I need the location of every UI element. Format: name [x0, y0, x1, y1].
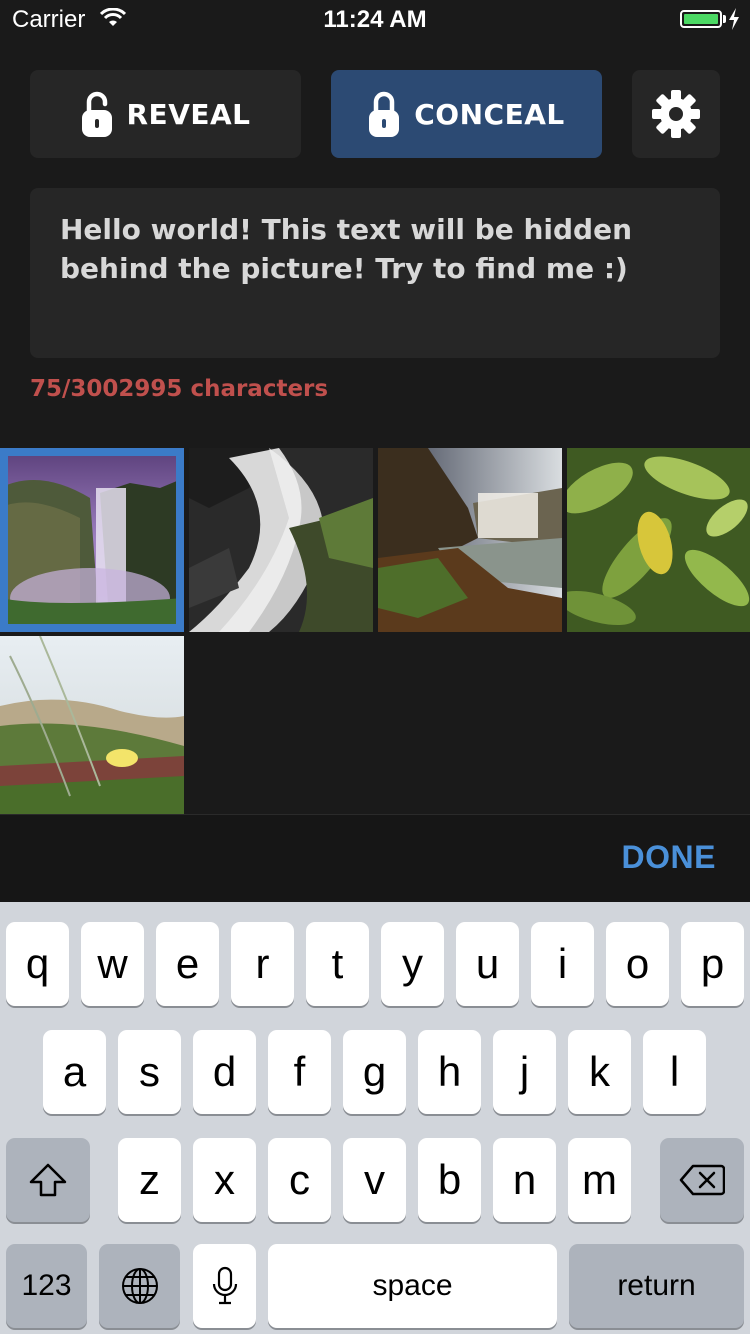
- photo-thumbnail-3[interactable]: [378, 448, 562, 632]
- key-j[interactable]: j: [493, 1030, 556, 1114]
- photo-thumbnail-2[interactable]: [189, 448, 373, 632]
- key-d[interactable]: d: [193, 1030, 256, 1114]
- settings-button[interactable]: [632, 70, 720, 158]
- key-k[interactable]: k: [568, 1030, 631, 1114]
- battery-tip: [723, 15, 726, 23]
- globe-key[interactable]: [99, 1244, 180, 1328]
- key-e[interactable]: e: [156, 922, 219, 1006]
- shift-icon: [29, 1163, 67, 1197]
- key-i[interactable]: i: [531, 922, 594, 1006]
- photo-thumbnail-1[interactable]: [0, 448, 184, 632]
- gear-icon: [652, 90, 700, 138]
- key-a[interactable]: a: [43, 1030, 106, 1114]
- key-x[interactable]: x: [193, 1138, 256, 1222]
- unlock-icon: [81, 91, 112, 137]
- charging-icon: [728, 8, 740, 34]
- key-u[interactable]: u: [456, 922, 519, 1006]
- battery-icon: [680, 10, 722, 28]
- key-b[interactable]: b: [418, 1138, 481, 1222]
- delete-key[interactable]: [660, 1138, 744, 1222]
- conceal-button[interactable]: CONCEAL: [331, 70, 602, 158]
- key-m[interactable]: m: [568, 1138, 631, 1222]
- key-t[interactable]: t: [306, 922, 369, 1006]
- space-key[interactable]: space: [268, 1244, 557, 1328]
- reveal-label: REVEAL: [126, 97, 251, 131]
- status-bar: Carrier 11:24 AM: [0, 0, 750, 40]
- key-s[interactable]: s: [118, 1030, 181, 1114]
- photo-thumbnail-4[interactable]: [567, 448, 750, 632]
- microphone-icon: [212, 1266, 237, 1305]
- clock: 11:24 AM: [323, 6, 427, 33]
- key-y[interactable]: y: [381, 922, 444, 1006]
- backspace-icon: [679, 1164, 725, 1196]
- key-h[interactable]: h: [418, 1030, 481, 1114]
- message-textarea[interactable]: Hello world! This text will be hidden be…: [30, 188, 720, 358]
- photo-thumbnail-5[interactable]: [0, 636, 184, 814]
- key-n[interactable]: n: [493, 1138, 556, 1222]
- shift-key[interactable]: [6, 1138, 90, 1222]
- key-f[interactable]: f: [268, 1030, 331, 1114]
- character-count: 75/3002995 characters: [30, 376, 329, 402]
- dictation-key[interactable]: [193, 1244, 256, 1328]
- keyboard: q w e r t y u i o p a s d f g h j k l z …: [0, 902, 750, 1334]
- conceal-label: CONCEAL: [414, 97, 565, 131]
- key-z[interactable]: z: [118, 1138, 181, 1222]
- return-key[interactable]: return: [569, 1244, 744, 1328]
- key-w[interactable]: w: [81, 922, 144, 1006]
- key-q[interactable]: q: [6, 922, 69, 1006]
- key-r[interactable]: r: [231, 922, 294, 1006]
- done-button[interactable]: DONE: [622, 839, 716, 876]
- key-o[interactable]: o: [606, 922, 669, 1006]
- lock-icon: [369, 91, 400, 137]
- globe-icon: [121, 1268, 158, 1304]
- key-p[interactable]: p: [681, 922, 744, 1006]
- keyboard-accessory-bar: DONE: [0, 814, 750, 903]
- key-c[interactable]: c: [268, 1138, 331, 1222]
- key-v[interactable]: v: [343, 1138, 406, 1222]
- numbers-key[interactable]: 123: [6, 1244, 87, 1328]
- key-l[interactable]: l: [643, 1030, 706, 1114]
- reveal-button[interactable]: REVEAL: [30, 70, 301, 158]
- key-g[interactable]: g: [343, 1030, 406, 1114]
